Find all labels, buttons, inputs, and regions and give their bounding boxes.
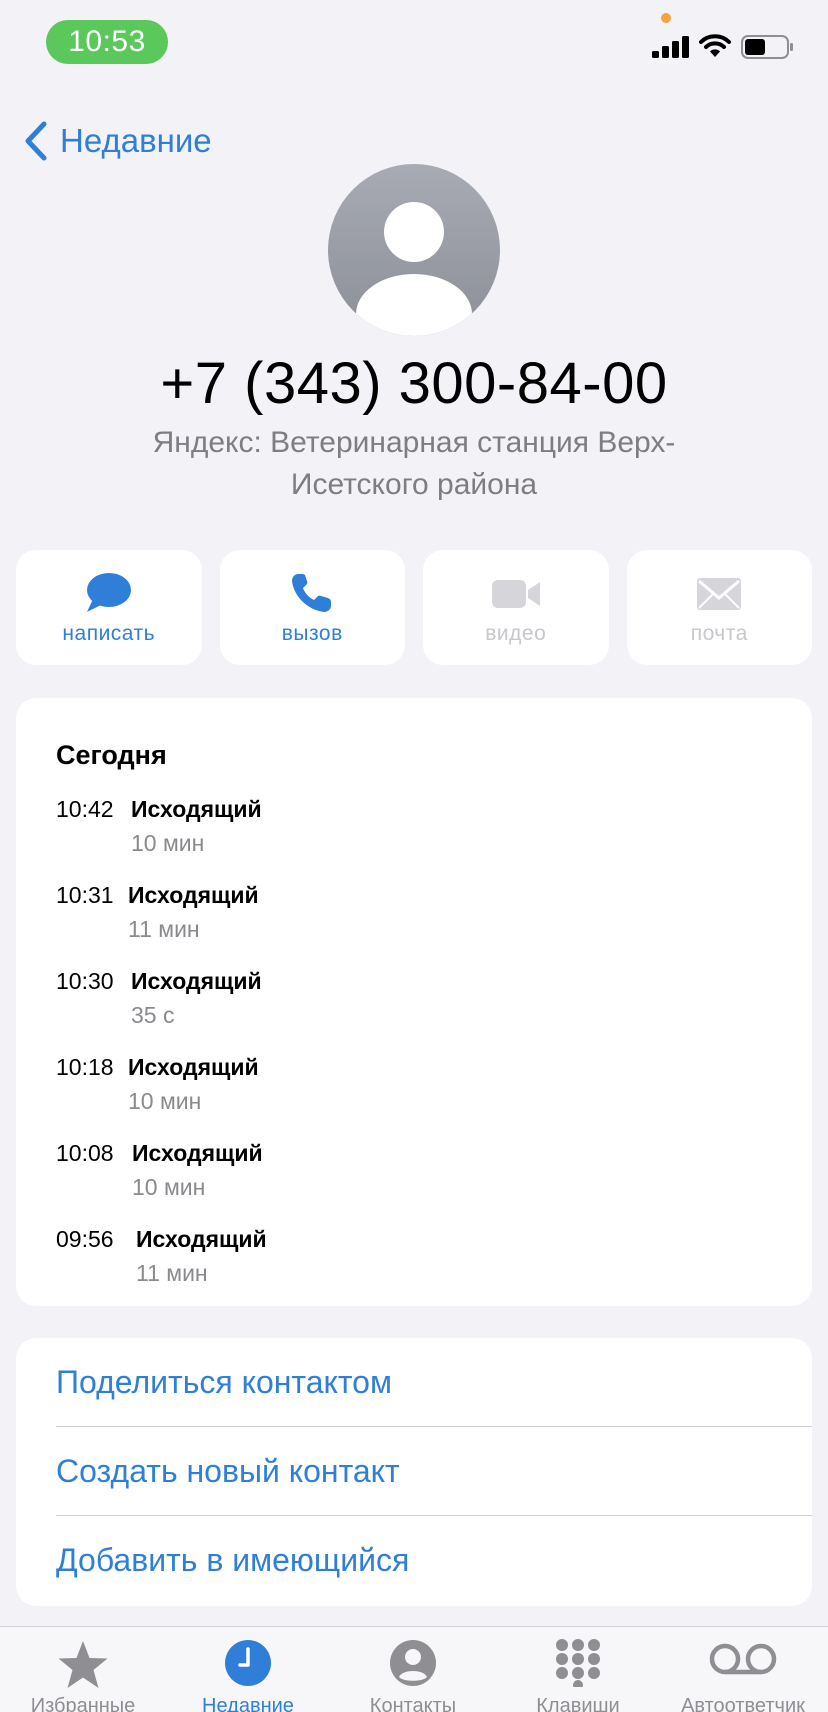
star-icon — [58, 1641, 108, 1688]
share-contact-button[interactable]: Поделиться контактом — [56, 1338, 812, 1426]
contact-subtitle-line-2: Исетского района — [290, 468, 538, 501]
call-duration: 11 мин — [128, 916, 200, 942]
status-time[interactable]: 10:53 — [46, 20, 168, 64]
call-history-card: Сегодня 10:42 Исходящий 10 мин 10:31 Исх… — [16, 698, 812, 1306]
tab-label: Клавиши — [536, 1695, 620, 1712]
person-circle-icon — [390, 1640, 436, 1686]
call-type: Исходящий — [131, 796, 262, 822]
call-time: 10:42 — [56, 796, 114, 822]
keypad-icon — [556, 1639, 600, 1687]
message-label: написать — [62, 622, 156, 645]
call-duration: 10 мин — [131, 830, 205, 856]
tab-recents[interactable]: Недавние — [165, 1627, 331, 1712]
contact-options-card: Поделиться контактом Создать новый конта… — [16, 1338, 812, 1606]
phone-icon — [292, 574, 332, 612]
voicemail-icon — [709, 1643, 777, 1675]
avatar — [328, 164, 500, 336]
privacy-indicator-dot — [661, 13, 671, 23]
tab-label: Недавние — [202, 1695, 294, 1712]
action-buttons: написать вызов видео почта — [16, 550, 812, 665]
call-time: 10:31 — [56, 882, 114, 908]
message-button[interactable]: написать — [16, 550, 202, 665]
video-label: видео — [485, 622, 547, 645]
wifi-icon — [699, 34, 731, 57]
call-type: Исходящий — [128, 882, 259, 908]
call-type: Исходящий — [128, 1054, 259, 1080]
person-placeholder-icon — [356, 202, 472, 336]
video-button[interactable]: видео — [423, 550, 609, 665]
create-new-contact-button[interactable]: Создать новый контакт — [56, 1427, 812, 1515]
mail-envelope-icon — [697, 578, 742, 610]
contact-subtitle: Яндекс: Ветеринарная станция Верх- Исетс… — [100, 422, 728, 506]
clock-icon — [225, 1640, 271, 1686]
call-duration: 10 мин — [132, 1174, 206, 1200]
call-duration: 35 с — [131, 1002, 175, 1028]
phone-number: +7 (343) 300-84-00 — [160, 351, 668, 416]
tab-label: Избранные — [30, 1695, 136, 1712]
tab-keypad[interactable]: Клавиши — [495, 1627, 661, 1712]
call-duration: 10 мин — [128, 1088, 202, 1114]
mail-button[interactable]: почта — [626, 550, 812, 665]
tab-voicemail[interactable]: Автоответчик — [660, 1627, 826, 1712]
history-date-heading: Сегодня — [56, 740, 167, 770]
tab-bar: Избранные Недавние Контакты Клавиши Авто… — [0, 1626, 828, 1712]
message-bubble-icon — [86, 573, 131, 612]
back-button[interactable]: Недавние — [24, 118, 212, 164]
video-camera-icon — [491, 580, 540, 608]
call-time: 10:18 — [56, 1054, 114, 1080]
tab-label: Автоответчик — [681, 1695, 805, 1712]
tab-favorites[interactable]: Избранные — [0, 1627, 166, 1712]
status-bar: 10:53 — [0, 0, 828, 90]
call-type: Исходящий — [132, 1140, 263, 1166]
chevron-left-icon — [25, 121, 47, 161]
call-label: вызов — [281, 622, 343, 645]
call-type: Исходящий — [136, 1226, 267, 1252]
tab-label: Контакты — [369, 1695, 457, 1712]
call-type: Исходящий — [131, 968, 262, 994]
call-time: 10:30 — [56, 968, 114, 994]
tab-contacts[interactable]: Контакты — [330, 1627, 496, 1712]
call-time: 09:56 — [56, 1226, 114, 1252]
back-label: Недавние — [60, 122, 212, 159]
call-duration: 11 мин — [136, 1260, 208, 1286]
call-button[interactable]: вызов — [219, 550, 405, 665]
add-to-existing-contact-button[interactable]: Добавить в имеющийся — [56, 1516, 812, 1604]
mail-label: почта — [690, 622, 748, 645]
battery-icon — [741, 35, 793, 59]
call-time: 10:08 — [56, 1140, 114, 1166]
cellular-signal-icon — [652, 36, 689, 58]
contact-subtitle-line-1: Яндекс: Ветеринарная станция Верх- — [152, 426, 676, 459]
